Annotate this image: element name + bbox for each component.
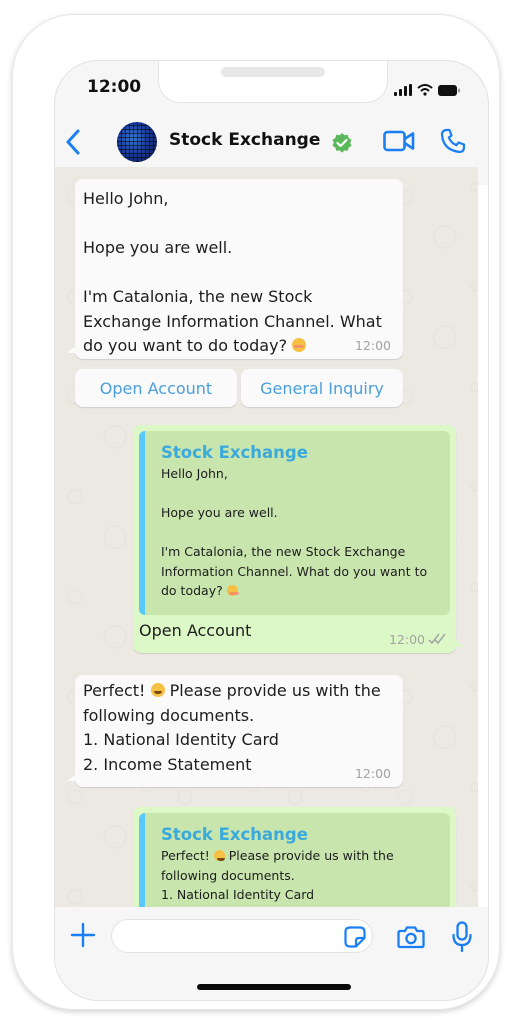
double-check-icon bbox=[428, 632, 446, 647]
signal-icon bbox=[394, 81, 412, 100]
battery-icon bbox=[438, 81, 460, 100]
phone-frame: 12:00 Stock Exchange Hello John, Hope yo… bbox=[12, 14, 500, 1010]
scrollbar-thumb[interactable] bbox=[478, 185, 488, 907]
phone-screen: 12:00 Stock Exchange Hello John, Hope yo… bbox=[54, 60, 489, 1001]
message-time: 12:00 bbox=[354, 766, 391, 781]
home-indicator[interactable] bbox=[197, 984, 351, 990]
status-time: 12:00 bbox=[87, 77, 142, 97]
message-incoming: Perfect! Please provide us with the foll… bbox=[67, 675, 403, 787]
notch bbox=[158, 61, 388, 103]
quoted-message[interactable]: Stock Exchange Perfect! Please provide u… bbox=[139, 813, 450, 907]
speaker-grille bbox=[221, 67, 325, 77]
wifi-icon bbox=[417, 81, 433, 100]
verified-badge-icon bbox=[331, 132, 353, 158]
quoted-message[interactable]: Stock Exchange Hello John, Hope you are … bbox=[139, 431, 450, 615]
message-time: 12:00 bbox=[354, 338, 391, 353]
microphone-icon[interactable] bbox=[451, 921, 473, 957]
status-icons bbox=[394, 81, 460, 100]
contact-name[interactable]: Stock Exchange bbox=[169, 130, 320, 150]
chat-area[interactable]: Hello John, Hope you are well. I'm Catal… bbox=[55, 167, 478, 907]
camera-icon[interactable] bbox=[397, 925, 425, 953]
chevron-left-icon[interactable] bbox=[65, 129, 81, 159]
chat-header: Stock Exchange bbox=[55, 117, 488, 167]
quote-text-start: Perfect! bbox=[161, 848, 210, 863]
video-camera-icon[interactable] bbox=[383, 130, 415, 156]
quote-title: Stock Exchange bbox=[161, 443, 308, 462]
message-text: Open Account bbox=[139, 621, 252, 640]
quick-reply-open-account[interactable]: Open Account bbox=[75, 369, 237, 407]
message-text-start: Perfect! bbox=[83, 681, 146, 700]
message-incoming: Hello John, Hope you are well. I'm Catal… bbox=[67, 179, 403, 359]
phone-icon[interactable] bbox=[440, 128, 466, 158]
quote-text: Hello John, Hope you are well. I'm Catal… bbox=[161, 466, 428, 598]
avatar[interactable] bbox=[117, 122, 157, 162]
smiling-face-emoji-icon bbox=[226, 585, 239, 596]
message-input[interactable] bbox=[111, 919, 373, 953]
smiling-face-emoji-icon bbox=[292, 338, 307, 352]
grinning-face-emoji-icon bbox=[150, 683, 165, 697]
quick-reply-general-inquiry[interactable]: General Inquiry bbox=[241, 369, 403, 407]
message-outgoing: Stock Exchange Hello John, Hope you are … bbox=[133, 425, 464, 653]
grinning-face-emoji-icon bbox=[213, 850, 225, 861]
plus-icon[interactable] bbox=[70, 922, 96, 952]
quote-title: Stock Exchange bbox=[161, 825, 308, 844]
message-text: Hello John, Hope you are well. I'm Catal… bbox=[83, 189, 382, 355]
sticker-icon[interactable] bbox=[344, 926, 366, 952]
message-outgoing: Stock Exchange Perfect! Please provide u… bbox=[133, 807, 456, 907]
message-time: 12:00 bbox=[388, 632, 425, 647]
input-bar bbox=[55, 907, 488, 967]
